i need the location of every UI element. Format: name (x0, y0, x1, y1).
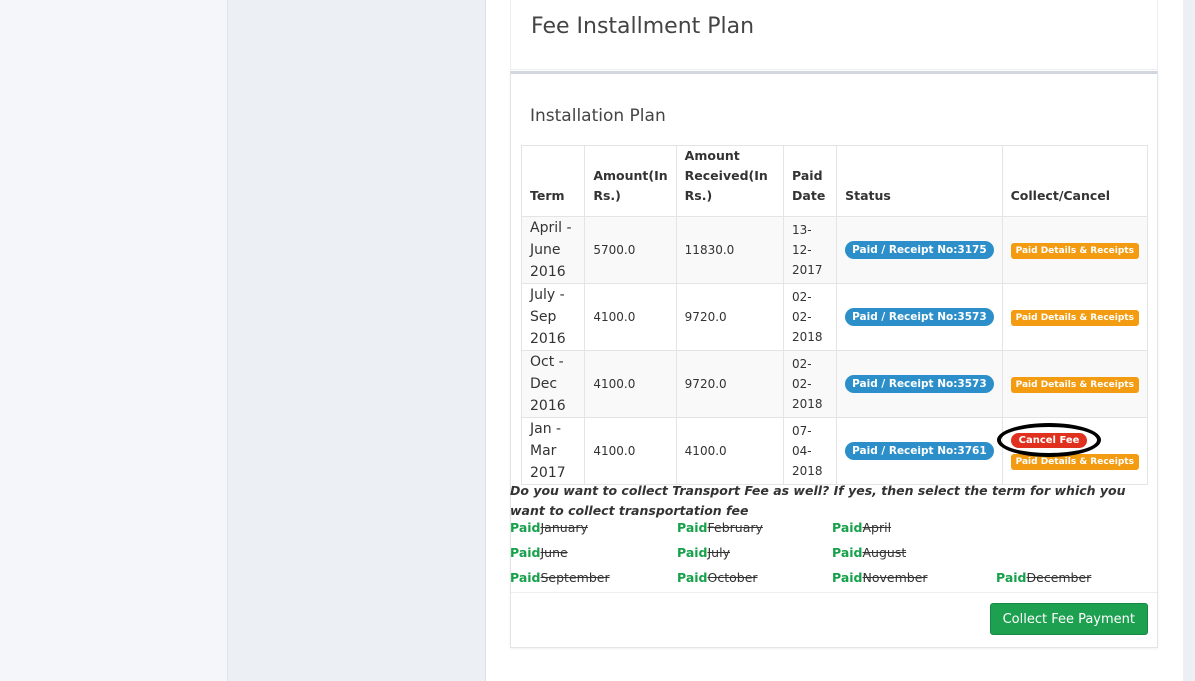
received-cell: 9720.0 (675, 350, 785, 418)
collect-cell: Paid Details & Receipts (1001, 350, 1149, 418)
received-cell: 4100.0 (675, 417, 785, 485)
paid-details-button[interactable]: Paid Details & Receipts (1010, 376, 1139, 393)
header-paid-date: Paid Date (783, 145, 838, 217)
transport-month-july: PaidJuly (677, 545, 730, 560)
paid-label: Paid (677, 545, 708, 560)
table-row: Oct - Dec 2016 4100.0 9720.0 02-02-2018 … (520, 350, 1149, 418)
received-cell: 9720.0 (675, 283, 785, 351)
status-cell: Paid / Receipt No:3761 (836, 417, 1003, 485)
status-cell: Paid / Receipt No:3175 (836, 216, 1003, 284)
main-content: Fee Installment Plan Installation Plan T… (486, 0, 1183, 681)
month-name: September (540, 570, 610, 585)
transport-month-june: PaidJune (510, 545, 568, 560)
amount-cell: 4100.0 (584, 283, 677, 351)
header-term: Term (520, 145, 586, 217)
paid-label: Paid (832, 545, 863, 560)
cancel-fee-wrap: Cancel Fee (996, 423, 1101, 457)
month-name: April (862, 520, 892, 535)
table-header-row: Term Amount(In Rs.) Amount Received(In R… (520, 145, 1149, 217)
section-title: Installation Plan (530, 106, 666, 126)
transport-month-october: PaidOctober (677, 570, 758, 585)
table-row: April - June 2016 5700.0 11830.0 13-12-2… (520, 216, 1149, 284)
panel-footer: Collect Fee Payment (511, 592, 1157, 649)
month-name: December (1026, 570, 1092, 585)
paid-date-cell: 13-12-2017 (783, 216, 838, 284)
page-title: Fee Installment Plan (531, 14, 755, 39)
cancel-fee-button[interactable]: Cancel Fee (1010, 433, 1088, 448)
paid-label: Paid (510, 520, 541, 535)
collect-cell: Cancel Fee Paid Details & Receipts (996, 417, 1149, 485)
month-name: February (707, 520, 763, 535)
paid-details-button[interactable]: Paid Details & Receipts (1010, 454, 1139, 470)
amount-cell: 4100.0 (584, 350, 677, 418)
collect-cell: Paid Details & Receipts (1001, 283, 1149, 351)
term-cell: Oct - Dec 2016 (520, 350, 586, 418)
header-collect: Collect/Cancel (1001, 145, 1149, 217)
table-row: Jan - Mar 2017 4100.0 4100.0 07-04-2018 … (520, 417, 1149, 485)
paid-label: Paid (677, 570, 708, 585)
paid-label: Paid (996, 570, 1027, 585)
header-status: Status (836, 145, 1003, 217)
amount-cell: 5700.0 (584, 216, 677, 284)
header-received: Amount Received(In Rs.) (675, 145, 785, 217)
paid-details-button[interactable]: Paid Details & Receipts (1010, 242, 1139, 259)
amount-cell: 4100.0 (584, 417, 677, 485)
received-cell: 11830.0 (675, 216, 785, 284)
transport-month-february: PaidFebruary (677, 520, 763, 535)
left-sidebar (0, 0, 228, 681)
status-badge: Paid / Receipt No:3573 (845, 308, 994, 326)
transport-month-august: PaidAugust (832, 545, 906, 560)
transport-month-november: PaidNovember (832, 570, 928, 585)
secondary-sidebar (228, 0, 486, 681)
transport-month-december: PaidDecember (996, 570, 1091, 585)
month-name: June (540, 545, 568, 560)
paid-details-button[interactable]: Paid Details & Receipts (1010, 309, 1139, 326)
paid-date-cell: 02-02-2018 (783, 350, 838, 418)
transport-month-september: PaidSeptember (510, 570, 610, 585)
transport-month-april: PaidApril (832, 520, 891, 535)
paid-label: Paid (832, 520, 863, 535)
transport-question: Do you want to collect Transport Fee as … (510, 483, 1126, 518)
paid-label: Paid (510, 570, 541, 585)
paid-date-cell: 07-04-2018 (783, 417, 838, 485)
page-header: Fee Installment Plan (510, 0, 1158, 70)
status-cell: Paid / Receipt No:3573 (836, 283, 1003, 351)
month-name: October (707, 570, 758, 585)
collect-cell: Paid Details & Receipts (1001, 216, 1149, 284)
header-amount: Amount(In Rs.) (584, 145, 677, 217)
collect-fee-payment-button[interactable]: Collect Fee Payment (989, 603, 1148, 635)
term-cell: Jan - Mar 2017 (520, 417, 586, 485)
term-cell: July - Sep 2016 (520, 283, 586, 351)
month-name: January (540, 520, 588, 535)
term-cell: April - June 2016 (520, 216, 586, 284)
paid-label: Paid (832, 570, 863, 585)
status-cell: Paid / Receipt No:3573 (836, 350, 1003, 418)
month-name: November (862, 570, 928, 585)
installment-panel: Installation Plan Term Amount(In Rs.) Am… (510, 71, 1158, 648)
paid-date-cell: 02-02-2018 (783, 283, 838, 351)
month-name: July (707, 545, 730, 560)
status-badge: Paid / Receipt No:3175 (845, 241, 994, 259)
right-gutter (1183, 0, 1195, 681)
transport-month-january: PaidJanuary (510, 520, 588, 535)
month-name: August (862, 545, 907, 560)
status-badge: Paid / Receipt No:3761 (845, 442, 994, 460)
table-row: July - Sep 2016 4100.0 9720.0 02-02-2018… (520, 283, 1149, 351)
installment-table: Term Amount(In Rs.) Amount Received(In R… (520, 145, 1149, 485)
status-badge: Paid / Receipt No:3573 (845, 375, 994, 393)
paid-label: Paid (677, 520, 708, 535)
paid-label: Paid (510, 545, 541, 560)
